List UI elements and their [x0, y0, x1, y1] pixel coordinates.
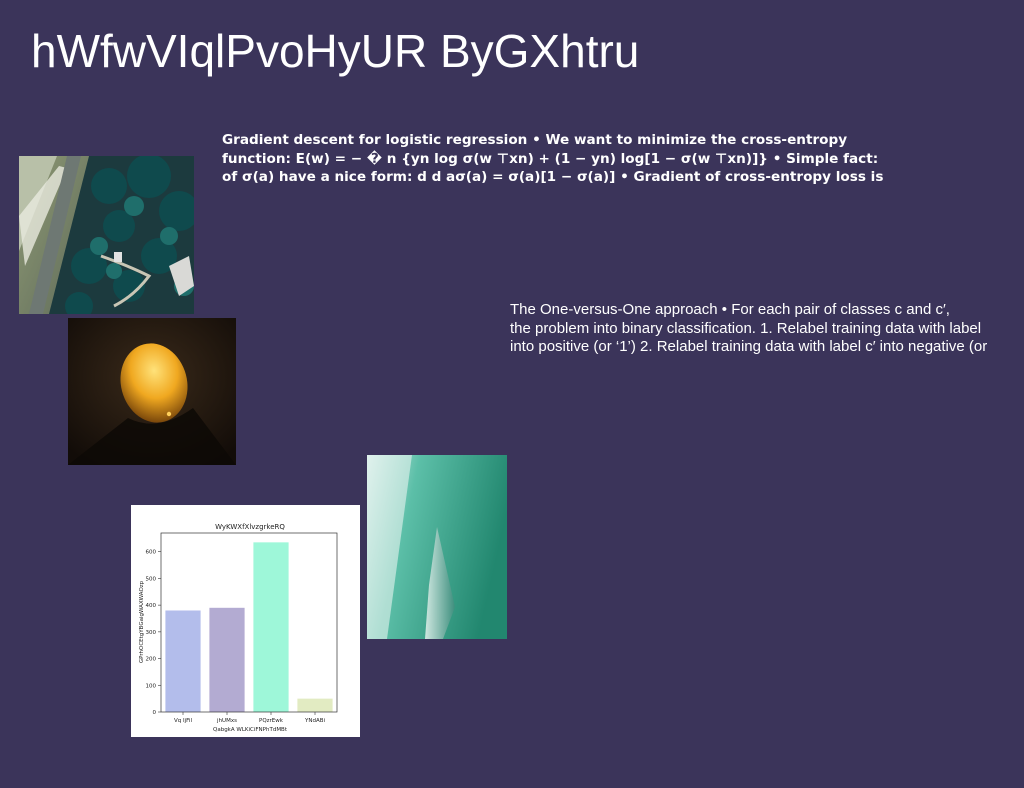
text-line: function: E(w) = − � n {yn log σ(w ⊤xn) …: [222, 150, 879, 167]
text-line: into positive (or ‘1’) 2. Relabel traini…: [510, 338, 988, 355]
chart-canvas: WyKWXfXlvzgrkeRQ QabgkA WLKiCiFNPhTdMBt …: [139, 523, 338, 733]
bar: [209, 607, 245, 712]
x-tick-label: YNdABi: [304, 718, 326, 724]
text-line: of σ(a) have a nice form: d d aσ(a) = σ(…: [222, 169, 884, 185]
x-tick-label: PQzrEwk: [259, 718, 284, 724]
x-tick-label: Vq IjFil: [174, 718, 192, 724]
bar: [253, 542, 289, 712]
chart-x-axis-label: QabgkA WLKiCiFNPhTdMBt: [213, 727, 288, 733]
chart-y-axis-label: GPrhOCEtgYBGaigWAXWAOzp: [139, 580, 145, 663]
y-tick-label: 100: [146, 683, 157, 689]
teal-abstract-photo: [367, 455, 507, 639]
y-tick-label: 500: [146, 576, 157, 582]
one-versus-one-text: The One-versus-One approach • For each p…: [510, 301, 1024, 357]
text-line: The One-versus-One approach • For each p…: [510, 301, 950, 318]
bar-chart: WyKWXfXlvzgrkeRQ QabgkA WLKiCiFNPhTdMBt …: [131, 505, 360, 737]
bar: [297, 698, 333, 712]
chart-title: WyKWXfXlvzgrkeRQ: [215, 523, 285, 531]
y-tick-label: 300: [146, 630, 157, 636]
y-tick-label: 600: [146, 550, 157, 556]
x-tick-label: jhUMxs: [216, 718, 237, 724]
y-tick-label: 0: [153, 710, 157, 716]
y-tick-label: 200: [146, 657, 157, 663]
text-line: the problem into binary classification. …: [510, 319, 982, 337]
bar: [165, 610, 201, 712]
logistic-regression-text: Gradient descent for logistic regression…: [222, 131, 942, 187]
aerial-coastline-photo: [19, 156, 194, 314]
y-tick-label: 400: [146, 603, 157, 609]
text-line: Gradient descent for logistic regression…: [222, 132, 848, 148]
page-title: hWfwVIqlPvoHyUR ByGXhtru: [31, 25, 640, 77]
glowing-moon-photo: [68, 318, 236, 465]
